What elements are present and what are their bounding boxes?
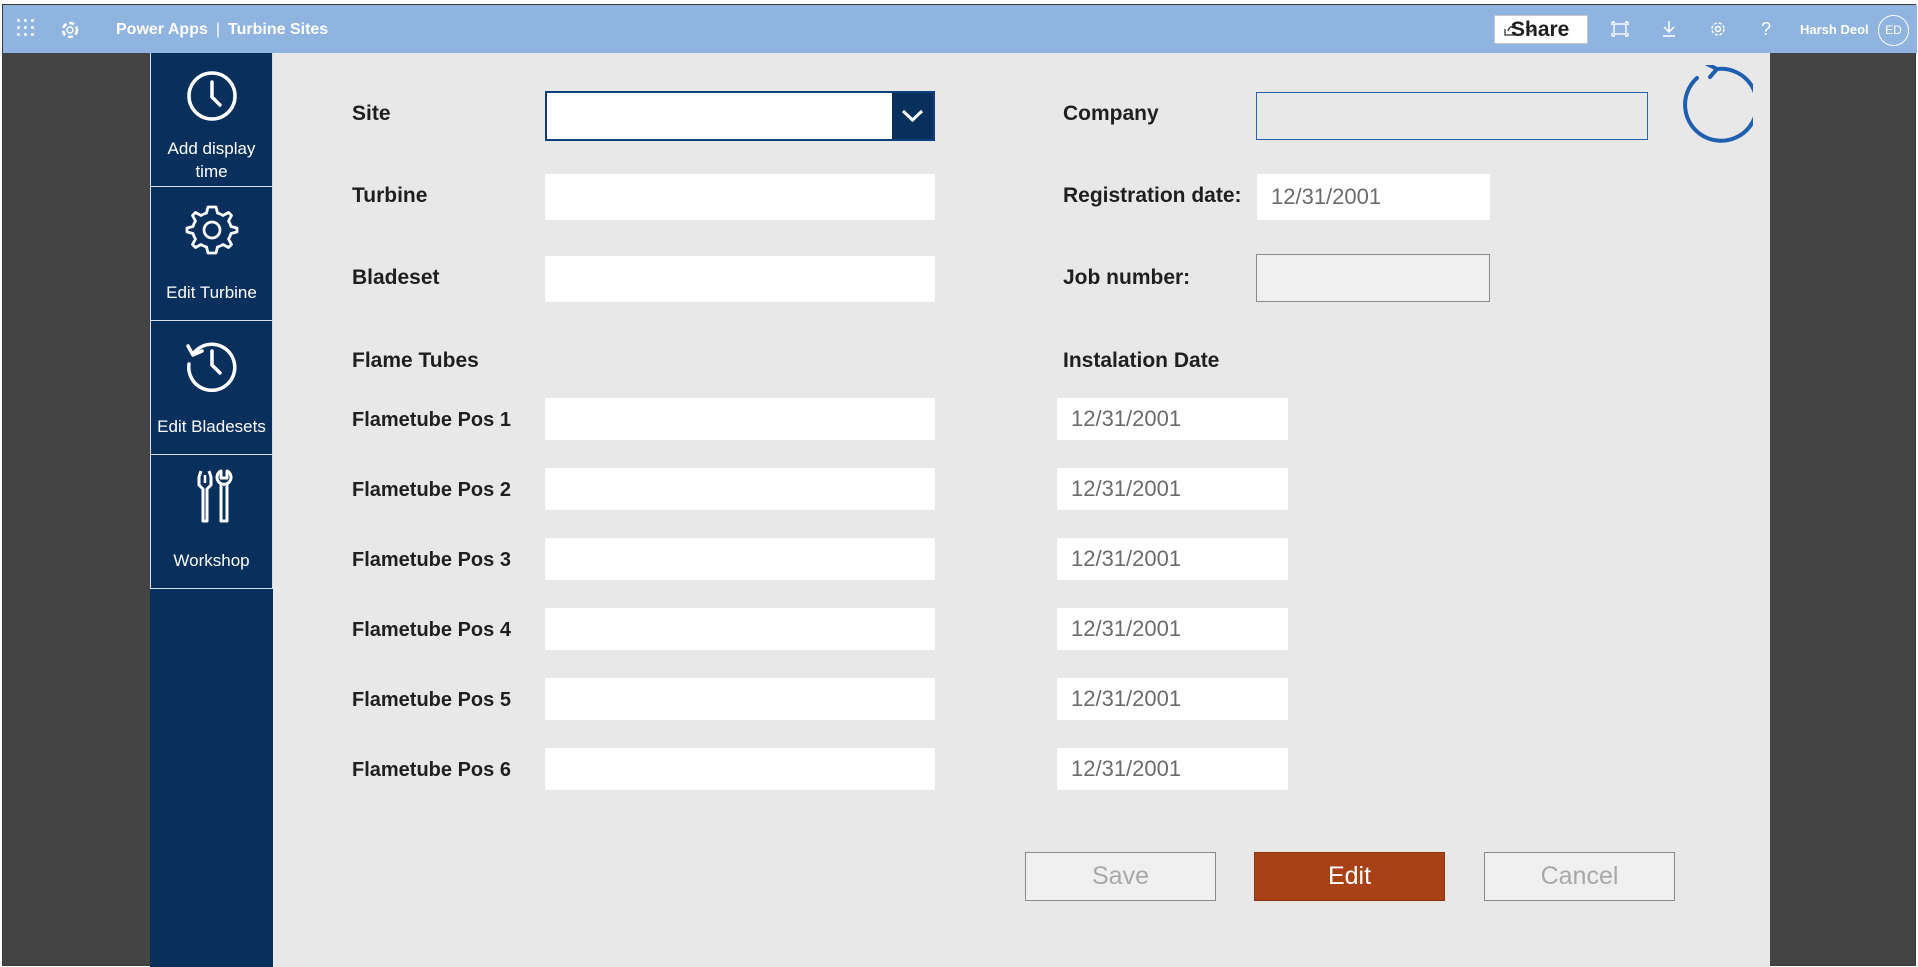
site-label: Site — [352, 102, 391, 125]
tools-icon — [197, 469, 233, 523]
download-icon[interactable] — [1659, 19, 1679, 39]
nav-label-workshop: Workshop — [173, 551, 250, 570]
user-name: Harsh Deol — [1800, 22, 1869, 37]
breadcrumb-separator: | — [215, 21, 221, 38]
flametube-pos-5-input[interactable] — [545, 678, 935, 720]
app-canvas: Add display time Edit Turbine Edit Blade… — [150, 53, 1770, 967]
site-dropdown-toggle[interactable] — [892, 93, 933, 139]
turbine-label: Turbine — [352, 184, 428, 207]
nav-label-line-1: Add display — [167, 139, 256, 158]
company-label: Company — [1063, 102, 1159, 125]
turbine-input[interactable] — [545, 174, 935, 220]
nav-label-edit-turbine: Edit Turbine — [166, 283, 257, 302]
refresh-icon[interactable] — [1673, 62, 1760, 145]
chevron-down-icon — [901, 109, 924, 123]
fit-to-window-icon[interactable] — [1610, 19, 1630, 39]
flame-tubes-heading: Flame Tubes — [352, 349, 479, 372]
flametube-pos-6-input[interactable] — [545, 748, 935, 790]
breadcrumb: Power Apps | Turbine Sites — [116, 21, 328, 39]
edit-button[interactable]: Edit — [1254, 852, 1445, 901]
cancel-button[interactable]: Cancel — [1484, 852, 1675, 901]
flametube-pos-4-input[interactable] — [545, 608, 935, 650]
settings-gear-icon[interactable] — [1708, 19, 1728, 39]
flametube-pos-4-label: Flametube Pos 4 — [352, 619, 511, 641]
clock-icon — [187, 71, 237, 121]
history-icon — [186, 342, 237, 392]
site-dropdown[interactable] — [545, 91, 935, 141]
bladeset-label: Bladeset — [352, 266, 440, 289]
gear-icon — [185, 205, 239, 255]
flametube-pos-2-date[interactable]: 12/31/2001 — [1057, 468, 1288, 510]
registration-date-picker[interactable]: 12/31/2001 — [1257, 174, 1490, 220]
nav-item-add-display-time[interactable]: Add display time — [150, 53, 273, 187]
avatar[interactable]: ED — [1878, 15, 1909, 46]
screen-title: Turbine Sites — [228, 21, 329, 38]
flametube-pos-4-date[interactable]: 12/31/2001 — [1057, 608, 1288, 650]
app-name[interactable]: Power Apps — [116, 21, 208, 38]
flametube-pos-5-label: Flametube Pos 5 — [352, 689, 511, 711]
nav-item-edit-bladesets[interactable]: Edit Bladesets — [150, 321, 273, 455]
job-number-input[interactable] — [1256, 254, 1490, 302]
registration-date-label: Registration date: — [1063, 184, 1242, 207]
help-icon[interactable]: ? — [1756, 19, 1776, 39]
job-number-label: Job number: — [1063, 266, 1191, 289]
company-input[interactable] — [1256, 92, 1648, 140]
save-button[interactable]: Save — [1025, 852, 1216, 901]
share-button[interactable]: Share — [1494, 15, 1588, 44]
nav-item-workshop[interactable]: Workshop — [150, 455, 273, 589]
nav-label-edit-bladesets: Edit Bladesets — [157, 417, 266, 436]
flametube-pos-3-input[interactable] — [545, 538, 935, 580]
flametube-pos-5-date[interactable]: 12/31/2001 — [1057, 678, 1288, 720]
flametube-pos-1-date[interactable]: 12/31/2001 — [1057, 398, 1288, 440]
flametube-pos-6-date[interactable]: 12/31/2001 — [1057, 748, 1288, 790]
app-frame: Power Apps | Turbine Sites Share ? Harsh… — [2, 4, 1917, 967]
flametube-pos-2-input[interactable] — [545, 468, 935, 510]
left-navigation: Add display time Edit Turbine Edit Blade… — [150, 53, 273, 967]
nav-label-line-2: time — [195, 162, 228, 181]
app-launcher-icon[interactable] — [17, 19, 37, 39]
top-header-bar: Power Apps | Turbine Sites Share ? Harsh… — [3, 5, 1917, 53]
flametube-pos-6-label: Flametube Pos 6 — [352, 759, 511, 781]
installation-date-heading: Instalation Date — [1063, 349, 1220, 372]
flametube-pos-2-label: Flametube Pos 2 — [352, 479, 511, 501]
flametube-pos-3-label: Flametube Pos 3 — [352, 549, 511, 571]
bladeset-input[interactable] — [545, 256, 935, 302]
power-apps-logo-icon[interactable] — [59, 19, 81, 41]
nav-label-add-display-time: Add display time — [151, 137, 272, 183]
nav-item-edit-turbine[interactable]: Edit Turbine — [150, 187, 273, 321]
share-label: Share — [1511, 17, 1570, 41]
flametube-pos-3-date[interactable]: 12/31/2001 — [1057, 538, 1288, 580]
flametube-pos-1-input[interactable] — [545, 398, 935, 440]
flametube-pos-1-label: Flametube Pos 1 — [352, 409, 511, 431]
